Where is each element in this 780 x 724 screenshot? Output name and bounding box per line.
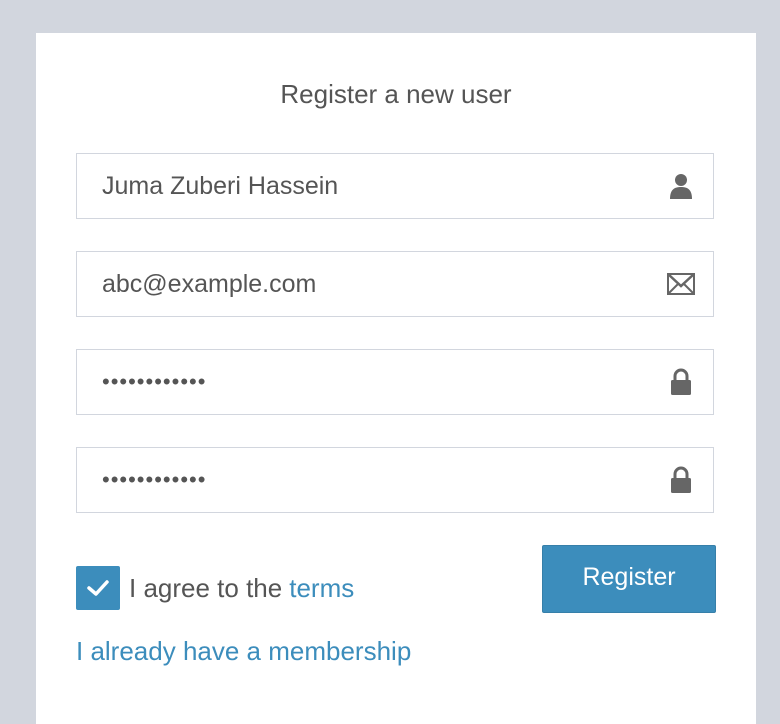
- lock-icon: [667, 465, 695, 495]
- membership-link[interactable]: I already have a membership: [76, 636, 411, 667]
- checkmark-icon: [87, 580, 109, 596]
- agree-label: I agree to the: [129, 572, 283, 603]
- password-confirm-input[interactable]: [77, 448, 713, 512]
- agree-checkbox[interactable]: [76, 566, 120, 610]
- lock-icon: [667, 367, 695, 397]
- password-confirm-field: [76, 447, 714, 513]
- agree-terms-row: I agree to the terms: [76, 566, 354, 610]
- password-input[interactable]: [77, 350, 713, 414]
- register-box: Register a new user I agree to the terms…: [36, 33, 756, 724]
- full-name-input[interactable]: [77, 154, 713, 218]
- password-field: [76, 349, 714, 415]
- user-icon: [667, 171, 695, 201]
- terms-link[interactable]: terms: [289, 573, 354, 604]
- envelope-icon: [667, 269, 695, 299]
- email-field: [76, 251, 714, 317]
- register-button[interactable]: Register: [542, 545, 716, 613]
- form-title: Register a new user: [280, 79, 512, 109]
- email-input[interactable]: [77, 252, 713, 316]
- full-name-field: [76, 153, 714, 219]
